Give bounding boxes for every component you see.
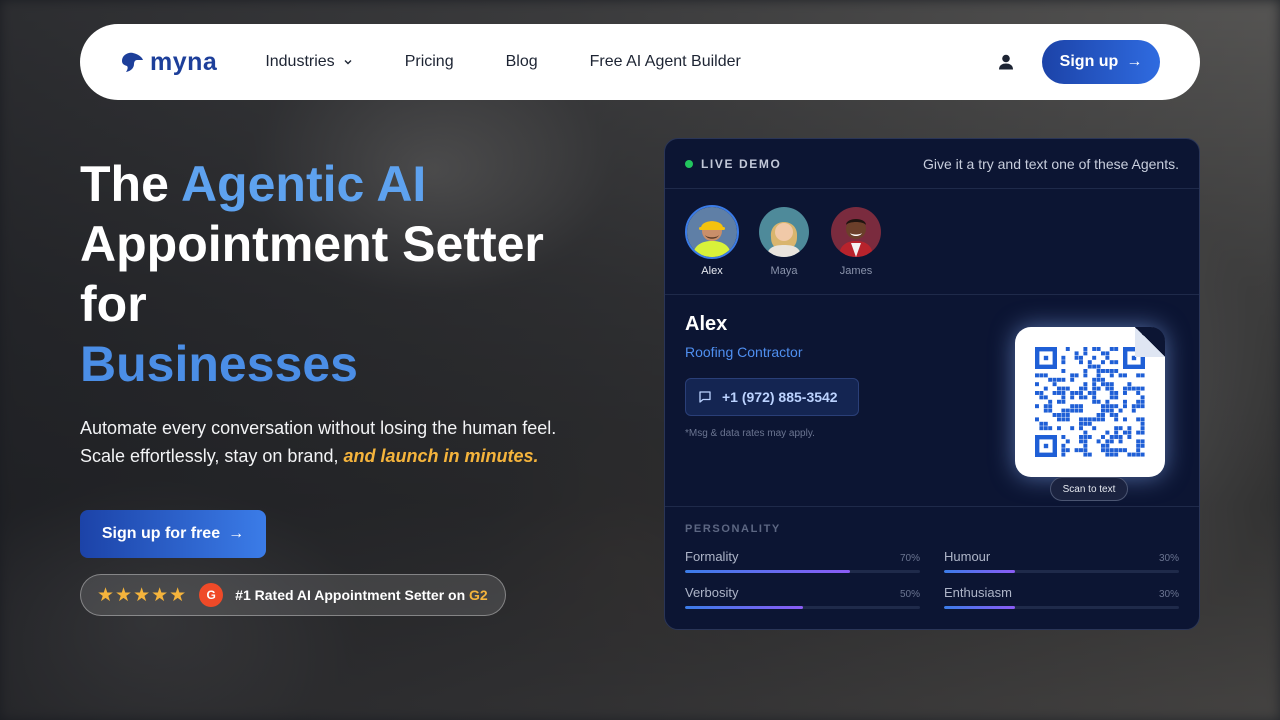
signup-label: Sign up [1059, 53, 1119, 70]
trait-bar [944, 570, 1179, 573]
agent-profile: Alex Roofing Contractor +1 (972) 885-354… [665, 295, 1199, 507]
hero-title-accent2: Businesses [80, 336, 358, 392]
hero-subtitle: Automate every conversation without losi… [80, 414, 620, 470]
nav-link-label: Pricing [404, 53, 454, 70]
bird-logo-icon [122, 52, 143, 72]
rating-text-g2: G2 [469, 587, 488, 603]
hero-title-part1: The [80, 156, 181, 212]
trait-enthusiasm: Enthusiasm 30% [944, 585, 1179, 609]
chevron-down-icon [344, 60, 352, 65]
trait-value: 70% [899, 553, 920, 564]
construction-worker-avatar-icon [687, 207, 737, 257]
trait-label: Enthusiasm [944, 585, 1012, 600]
trait-bar-fill [944, 606, 1015, 609]
nav-link-label: Free AI Agent Builder [589, 53, 741, 70]
nav-actions: Sign up → [996, 40, 1160, 84]
agent-maya[interactable]: Maya [757, 205, 811, 294]
rating-text-main: #1 Rated AI Appointment Setter on [235, 587, 470, 603]
rating-text: #1 Rated AI Appointment Setter on G2 [235, 587, 488, 603]
agent-name: Alex [701, 265, 723, 277]
personality-section: PERSONALITY Formality 70% Humour 30% Verbo… [665, 507, 1199, 625]
five-stars-icon: ★★★★★ [97, 584, 188, 606]
avatar [829, 205, 883, 259]
qr-code[interactable] [1015, 327, 1165, 477]
user-icon[interactable] [996, 52, 1016, 72]
nav-link-pricing[interactable]: Pricing [405, 53, 454, 71]
hero-subtitle-line2: Scale effortlessly, stay on brand, [80, 446, 344, 466]
demo-header: LIVE DEMO Give it a try and text one of … [665, 139, 1199, 189]
live-demo-label: LIVE DEMO [701, 156, 782, 171]
trait-label: Humour [944, 549, 991, 564]
hero-title-part2: Appointment Setter [80, 216, 544, 272]
agent-name: James [839, 265, 873, 277]
avatar [757, 205, 811, 259]
trait-bar-fill [685, 570, 850, 573]
avatar [685, 205, 739, 259]
cta-label: Sign up for free [101, 525, 221, 542]
trait-bar-fill [944, 570, 1015, 573]
nav-link-agent-builder[interactable]: Free AI Agent Builder [590, 53, 741, 71]
logo[interactable]: myna [120, 48, 217, 77]
arrow-right-icon: → [228, 525, 245, 542]
hero-title-part3: for [80, 276, 147, 332]
trait-verbosity: Verbosity 50% [685, 585, 920, 609]
hero-subtitle-highlight: and launch in minutes. [343, 446, 539, 466]
trait-grid: Formality 70% Humour 30% Verbosity 50% Enth… [685, 549, 1179, 609]
trait-formality: Formality 70% [685, 549, 920, 573]
hero-title-accent: Agentic AI [180, 156, 427, 212]
agent-phone-number: +1 (972) 885-3542 [722, 389, 838, 405]
scan-to-text-label: Scan to text [1050, 477, 1128, 501]
message-icon [699, 391, 711, 403]
agent-alex[interactable]: Alex [685, 205, 739, 294]
demo-hint: Give it a try and text one of these Agen… [922, 155, 1179, 172]
hero-title: The Agentic AI Appointment Setter for Bu… [80, 154, 600, 394]
agent-james[interactable]: James [829, 205, 883, 294]
signup-free-button[interactable]: Sign up for free → [80, 510, 266, 558]
trait-bar [685, 570, 920, 573]
top-navbar: myna Industries Pricing Blog Free AI Age… [80, 24, 1200, 100]
hero-subtitle-line1: Automate every conversation without losi… [80, 418, 557, 438]
nav-link-blog[interactable]: Blog [506, 53, 538, 71]
live-demo-card: LIVE DEMO Give it a try and text one of … [664, 138, 1200, 630]
trait-label: Formality [685, 549, 739, 564]
trait-value: 50% [899, 589, 920, 600]
agent-selector: Alex Maya James [665, 189, 1199, 295]
trait-humour: Humour 30% [944, 549, 1179, 573]
g2-logo-icon: G [199, 583, 224, 607]
agent-name: Maya [770, 265, 798, 277]
man-avatar-icon [831, 207, 881, 257]
trait-value: 30% [1158, 589, 1179, 600]
arrow-right-icon: → [1126, 53, 1143, 70]
page-fold-decoration [1135, 327, 1165, 357]
g2-rating-badge: ★★★★★ G #1 Rated AI Appointment Setter o… [80, 574, 506, 616]
nav-link-industries[interactable]: Industries [265, 53, 352, 71]
agent-phone-button[interactable]: +1 (972) 885-3542 [685, 378, 859, 416]
nav-link-label: Industries [265, 53, 335, 70]
trait-bar [944, 606, 1179, 609]
nav-link-label: Blog [505, 53, 538, 70]
logo-text: myna [150, 47, 218, 76]
nav-links: Industries Pricing Blog Free AI Agent Bu… [265, 53, 741, 71]
signup-button[interactable]: Sign up → [1042, 40, 1160, 84]
qr-code-icon [1035, 347, 1145, 457]
personality-title: PERSONALITY [685, 523, 781, 535]
trait-bar [685, 606, 920, 609]
live-status-dot [685, 159, 693, 168]
trait-value: 30% [1158, 553, 1179, 564]
woman-avatar-icon [759, 207, 809, 257]
trait-bar-fill [685, 606, 803, 609]
trait-label: Verbosity [685, 585, 739, 600]
